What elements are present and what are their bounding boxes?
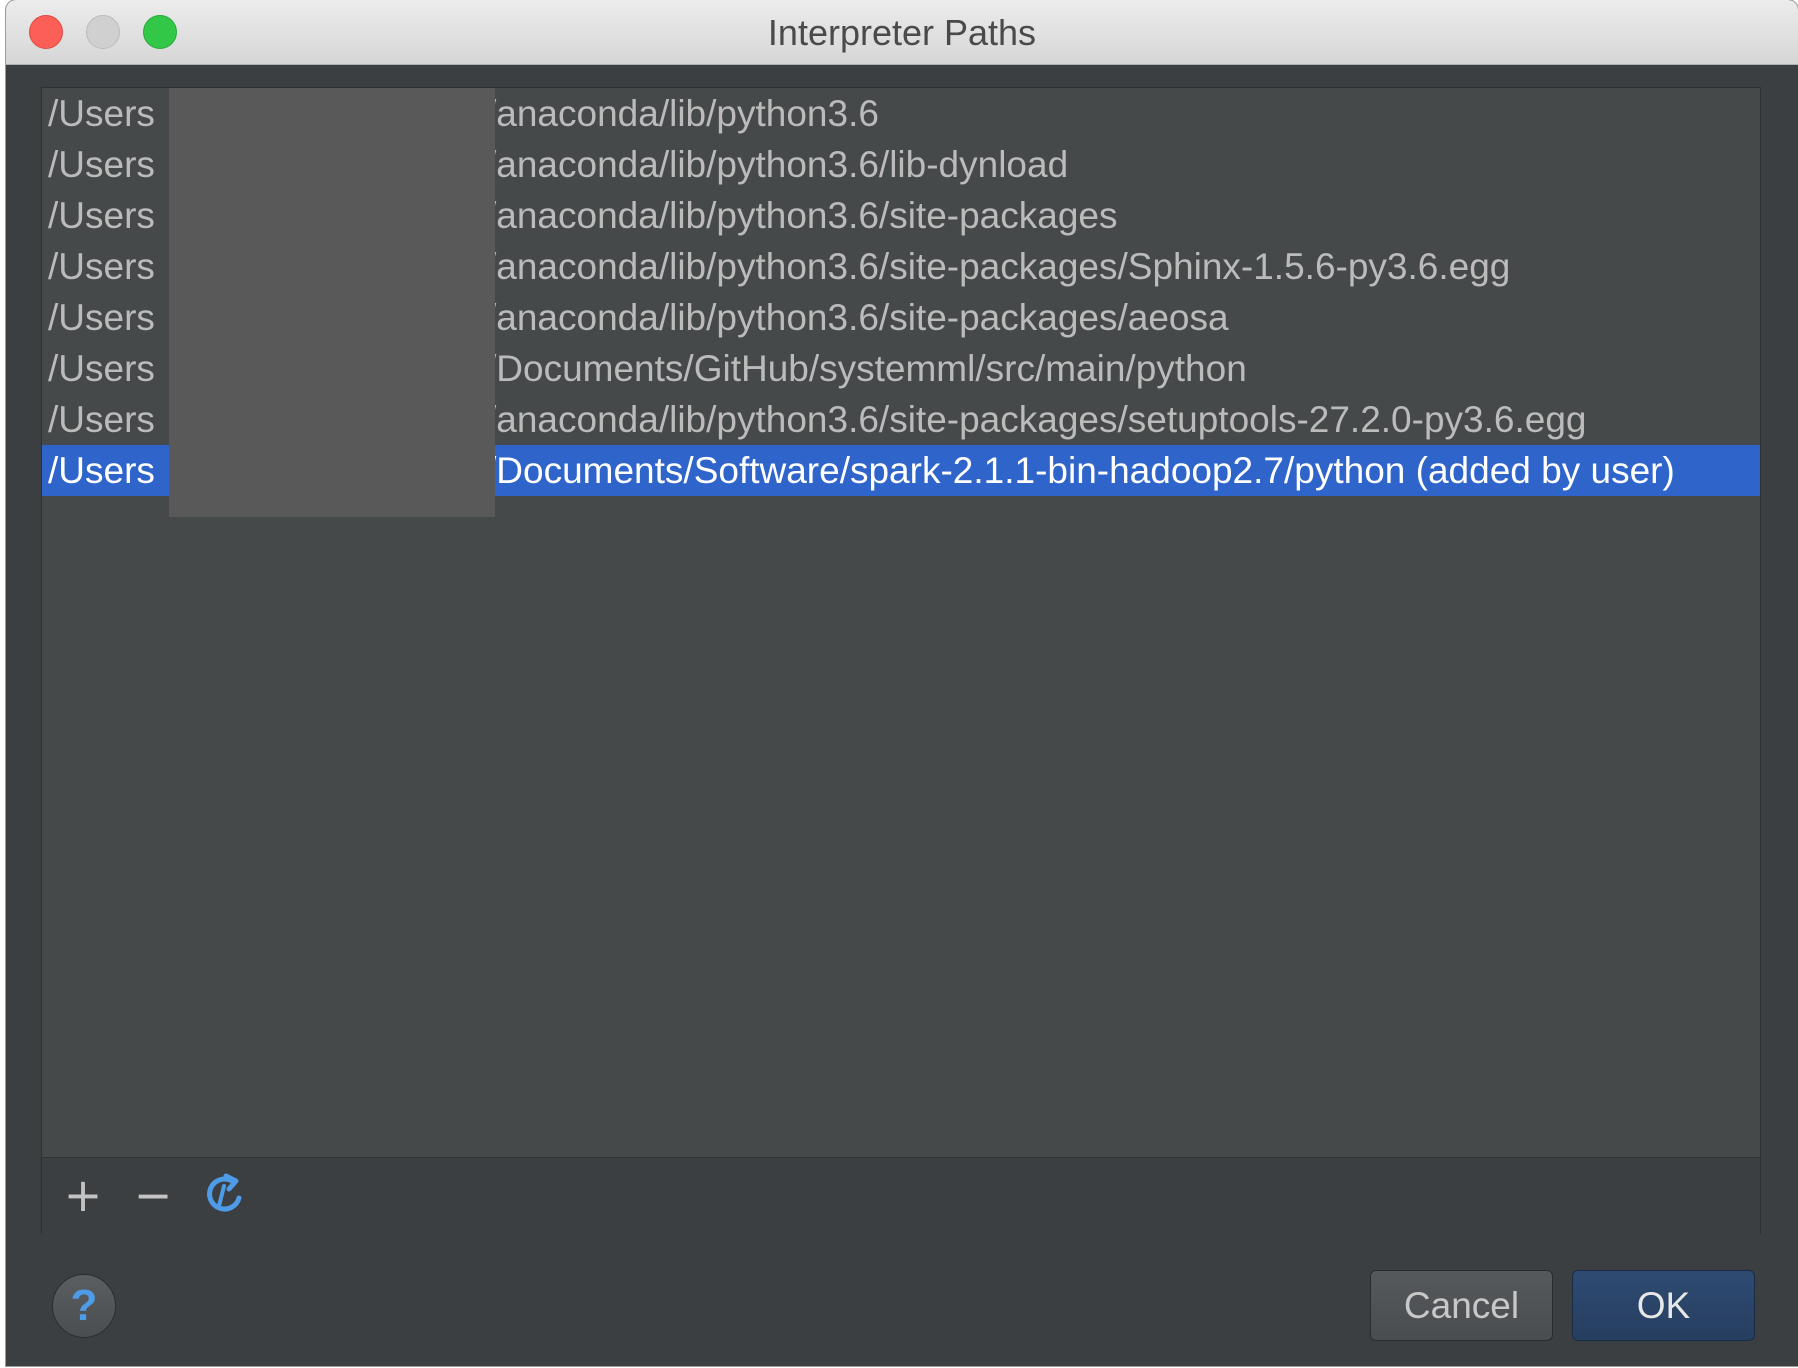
ok-button[interactable]: OK [1572, 1270, 1755, 1341]
title-bar: Interpreter Paths [6, 0, 1798, 65]
help-button[interactable]: ? [52, 1274, 116, 1338]
path-suffix: /anaconda/lib/python3.6/lib-dynload [486, 144, 1069, 185]
reload-paths-button[interactable] [200, 1170, 250, 1220]
path-prefix: /Users [48, 297, 155, 338]
paths-panel: /Users /anaconda/lib/python3.6 /Users /a… [41, 87, 1761, 1234]
path-prefix: /Users [48, 195, 155, 236]
dialog-window: Interpreter Paths /Users /anaconda/lib/p… [6, 0, 1798, 1366]
list-toolbar: + − [42, 1157, 1760, 1234]
paths-list[interactable]: /Users /anaconda/lib/python3.6 /Users /a… [42, 88, 1760, 1157]
path-suffix: /anaconda/lib/python3.6/site-packages/se… [486, 399, 1587, 440]
path-suffix: /anaconda/lib/python3.6/site-packages/Sp… [486, 246, 1511, 287]
path-prefix: /Users [48, 144, 155, 185]
path-prefix: /Users [48, 450, 155, 491]
path-suffix: /anaconda/lib/python3.6/site-packages [486, 195, 1118, 236]
reload-icon [207, 1173, 242, 1212]
remove-path-button[interactable]: − [128, 1170, 178, 1220]
question-mark-icon: ? [70, 1281, 98, 1330]
add-path-button[interactable]: + [58, 1170, 108, 1220]
minus-icon: − [133, 1168, 173, 1222]
path-suffix: /Documents/Software/spark-2.1.1-bin-hado… [486, 450, 1675, 491]
window-title: Interpreter Paths [767, 12, 1037, 53]
cancel-button[interactable]: Cancel [1370, 1270, 1553, 1341]
redaction-block [169, 88, 495, 517]
path-prefix: /Users [48, 399, 155, 440]
path-prefix: /Users [48, 246, 155, 287]
path-prefix: /Users [48, 348, 155, 389]
path-prefix: /Users [48, 93, 155, 134]
path-suffix: /anaconda/lib/python3.6 [486, 93, 879, 134]
plus-icon: + [63, 1168, 103, 1222]
path-suffix: /Documents/GitHub/systemml/src/main/pyth… [486, 348, 1247, 389]
path-suffix: /anaconda/lib/python3.6/site-packages/ae… [486, 297, 1229, 338]
